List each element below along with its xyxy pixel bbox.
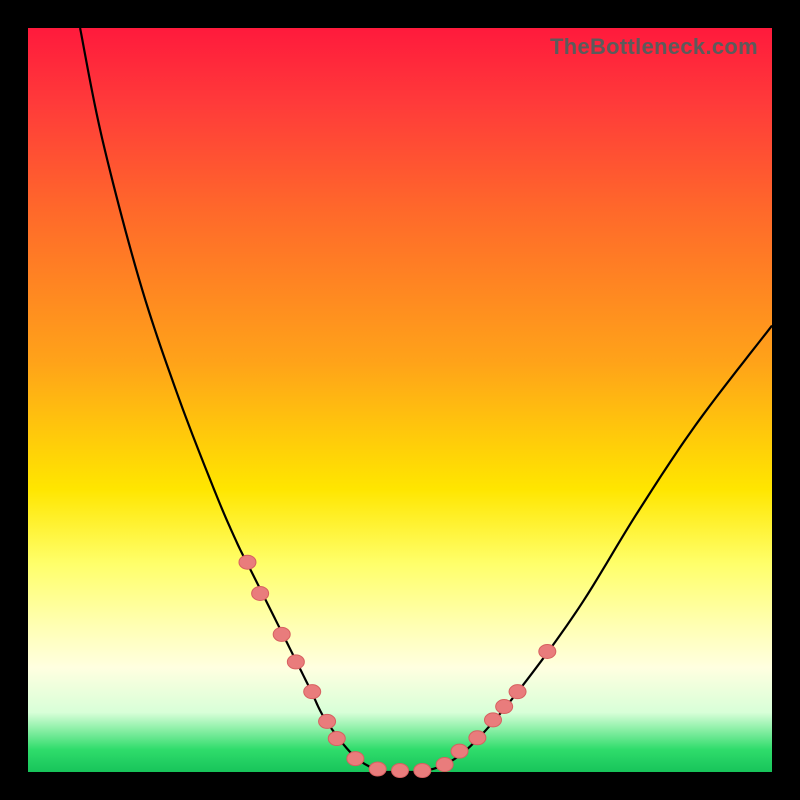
scatter-dot: [509, 685, 526, 699]
scatter-dot: [414, 764, 431, 778]
scatter-dot: [369, 762, 386, 776]
scatter-dot: [273, 627, 290, 641]
scatter-dot: [451, 744, 468, 758]
chart-frame: TheBottleneck.com: [0, 0, 800, 800]
scatter-dot: [496, 700, 513, 714]
scatter-dot: [287, 655, 304, 669]
scatter-dot: [485, 713, 502, 727]
scatter-dot: [539, 644, 556, 658]
scatter-dot: [239, 555, 256, 569]
scatter-dot: [304, 685, 321, 699]
chart-svg: [28, 28, 772, 772]
scatter-dot: [469, 731, 486, 745]
scatter-dot: [392, 764, 409, 778]
scatter-dot: [347, 752, 364, 766]
bottleneck-curve: [80, 28, 772, 772]
scatter-dot: [252, 586, 269, 600]
scatter-dot: [328, 732, 345, 746]
scatter-dots-group: [239, 555, 556, 777]
scatter-dot: [436, 758, 453, 772]
scatter-dot: [319, 714, 336, 728]
chart-plot-area: TheBottleneck.com: [28, 28, 772, 772]
